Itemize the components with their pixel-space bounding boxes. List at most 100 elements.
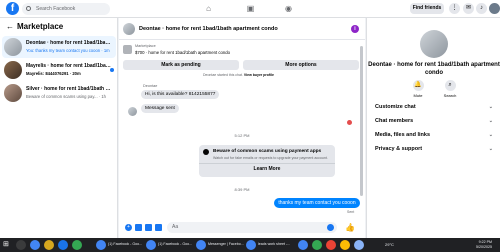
bell-icon: 🔔 [412,80,424,91]
view-buyer-profile-link[interactable]: View buyer profile [244,73,274,77]
chrome-icon[interactable] [340,240,350,250]
chrome-window-icon[interactable] [146,240,156,250]
file-explorer-icon[interactable] [44,240,54,250]
unread-dot [110,68,114,72]
groups-icon[interactable]: ◉ [284,4,293,13]
row-label: Customize chat [375,104,416,110]
facebook-logo[interactable]: f [6,2,19,15]
card-description: Watch out for fake emails or requests to… [213,156,328,160]
search-conversation-button[interactable]: ⌕ Search [435,80,465,98]
system-clock[interactable]: 9:22 PM 5/20/2025 [462,240,492,250]
chat-members-row[interactable]: Chat members ⌄ [375,116,493,126]
mute-label: Mute [413,93,423,98]
sidebar-header: ← Marketplace [6,22,63,31]
marketplace-icon[interactable]: ▣ [246,4,255,13]
message-composer: + Aa 👍 [119,219,365,237]
chrome-window-icon[interactable] [246,240,256,250]
chrome-profile-icon[interactable] [72,240,82,250]
chrome-window-icon[interactable] [196,240,206,250]
message-input[interactable]: Aa [167,222,337,233]
sender-avatar [128,107,137,116]
windows-start-icon[interactable]: ⊞ [3,241,11,249]
chrome-icon[interactable] [326,240,336,250]
incoming-message: Hi, is this available? 8142155877 [141,90,220,99]
learn-more-button[interactable]: Learn More [199,163,335,174]
conversation-item[interactable]: Deontae · home for rent 1bad/1bath... Yo… [2,36,116,58]
avatar [4,38,22,56]
shield-icon [203,149,209,155]
row-label: Media, files and links [375,132,431,138]
search-icon[interactable] [16,240,26,250]
search-placeholder: Search Facebook [36,6,76,12]
chrome-icon[interactable] [354,240,364,250]
timestamp: 8:39 PM [234,187,250,192]
find-friends-button[interactable]: Find friends [410,3,444,14]
chat-panel: Deontae · home for rent 1bad/1bath apart… [119,18,365,238]
chrome-icon[interactable] [298,240,308,250]
sticker-icon[interactable] [145,224,152,231]
chat-avatar[interactable] [123,23,135,35]
sender-name: Deontae [143,84,158,88]
emoji-icon[interactable] [327,224,334,231]
conversation-item[interactable]: Silver · home for rent 1bad/1bath a... B… [2,82,116,104]
taskbar-window-label[interactable]: leads work sheet -... [258,242,290,246]
row-label: Chat members [375,118,414,124]
row-label: Privacy & support [375,146,423,152]
chrome-icon[interactable] [30,240,40,250]
image-icon[interactable] [135,224,142,231]
thumbs-up-icon[interactable]: 👍 [345,223,355,232]
menu-grid-icon[interactable]: ⋮ [449,3,460,14]
listing-label: Marketplace [135,44,156,48]
incoming-message: Message sent [141,104,179,113]
search-input[interactable]: Search Facebook [22,3,110,15]
taskbar-window-label[interactable]: (1) Facebook - Goo... [108,242,142,246]
home-icon[interactable]: ⌂ [204,4,213,13]
chevron-down-icon: ⌄ [488,104,493,110]
timestamp: 5:12 PM [234,133,250,138]
contact-name: Deontae · home for rent 1bad/1bath apart… [368,62,500,76]
chat-details-panel: Deontae · home for rent 1bad/1bath apart… [366,18,500,238]
seen-indicator [347,120,352,125]
conversation-preview: You: thanks my team contact you cooon · … [26,48,110,53]
marketplace-sidebar: ← Marketplace Deontae · home for rent 1ba… [0,18,118,238]
conversation-name: Deontae · home for rent 1bad/1bath... [26,40,112,46]
listing-thumbnail [123,45,132,54]
messenger-icon[interactable]: ✉ [463,3,474,14]
conversation-preview: Beware of common scams using pay... · 1h [26,94,106,99]
windows-taskbar: ⊞ (1) Facebook - Goo... (1) Facebook - G… [0,238,500,252]
chevron-down-icon: ⌄ [488,118,493,124]
back-arrow-icon[interactable]: ← [6,22,14,31]
chrome-icon[interactable] [312,240,322,250]
conversation-name: Mayrelis · home for rent 1bad/1bath... [26,63,112,69]
info-icon[interactable]: i [351,25,359,33]
taskbar-window-label[interactable]: (1) Facebook - Goo... [158,242,192,246]
gif-icon[interactable] [155,224,162,231]
chat-started-note: Deontae started this chat. View buyer pr… [203,73,274,77]
taskbar-window-label[interactable]: Messenger | Facebo... [208,242,244,246]
more-options-button[interactable]: More options [243,60,359,70]
weather-temp[interactable]: 29°C [385,242,394,247]
sent-label: Sent [347,210,355,214]
conversation-preview: Mayrelis: 8444076291 · 20m [26,71,81,76]
chrome-window-icon[interactable] [96,240,106,250]
customize-chat-row[interactable]: Customize chat ⌄ [375,102,493,112]
notifications-icon[interactable]: ♪ [476,3,487,14]
search-icon [26,6,31,11]
scrollbar[interactable] [360,46,363,196]
listing-text: $700 · home for rent 1bad/1bath apartmen… [135,50,231,55]
media-files-row[interactable]: Media, files and links ⌄ [375,130,493,140]
mute-button[interactable]: 🔔 Mute [403,80,433,98]
mark-pending-button[interactable]: Mark as pending [123,60,239,70]
privacy-support-row[interactable]: Privacy & support ⌄ [375,144,493,154]
scam-warning-card: Beware of common scams using payment app… [199,145,335,177]
plus-icon[interactable]: + [125,224,132,231]
conversation-item[interactable]: Mayrelis · home for rent 1bad/1bath... M… [2,59,116,81]
search-label: Search [443,93,457,98]
chat-started-text: Deontae started this chat. [203,73,243,77]
listing-summary[interactable]: Marketplace $700 · home for rent 1bad/1b… [123,43,361,59]
avatar [4,61,22,79]
chrome-profile-icon[interactable] [58,240,68,250]
card-title: Beware of common scams using payment app… [213,149,322,154]
profile-avatar[interactable] [489,3,500,14]
chat-title[interactable]: Deontae · home for rent 1bad/1bath apart… [139,26,278,32]
